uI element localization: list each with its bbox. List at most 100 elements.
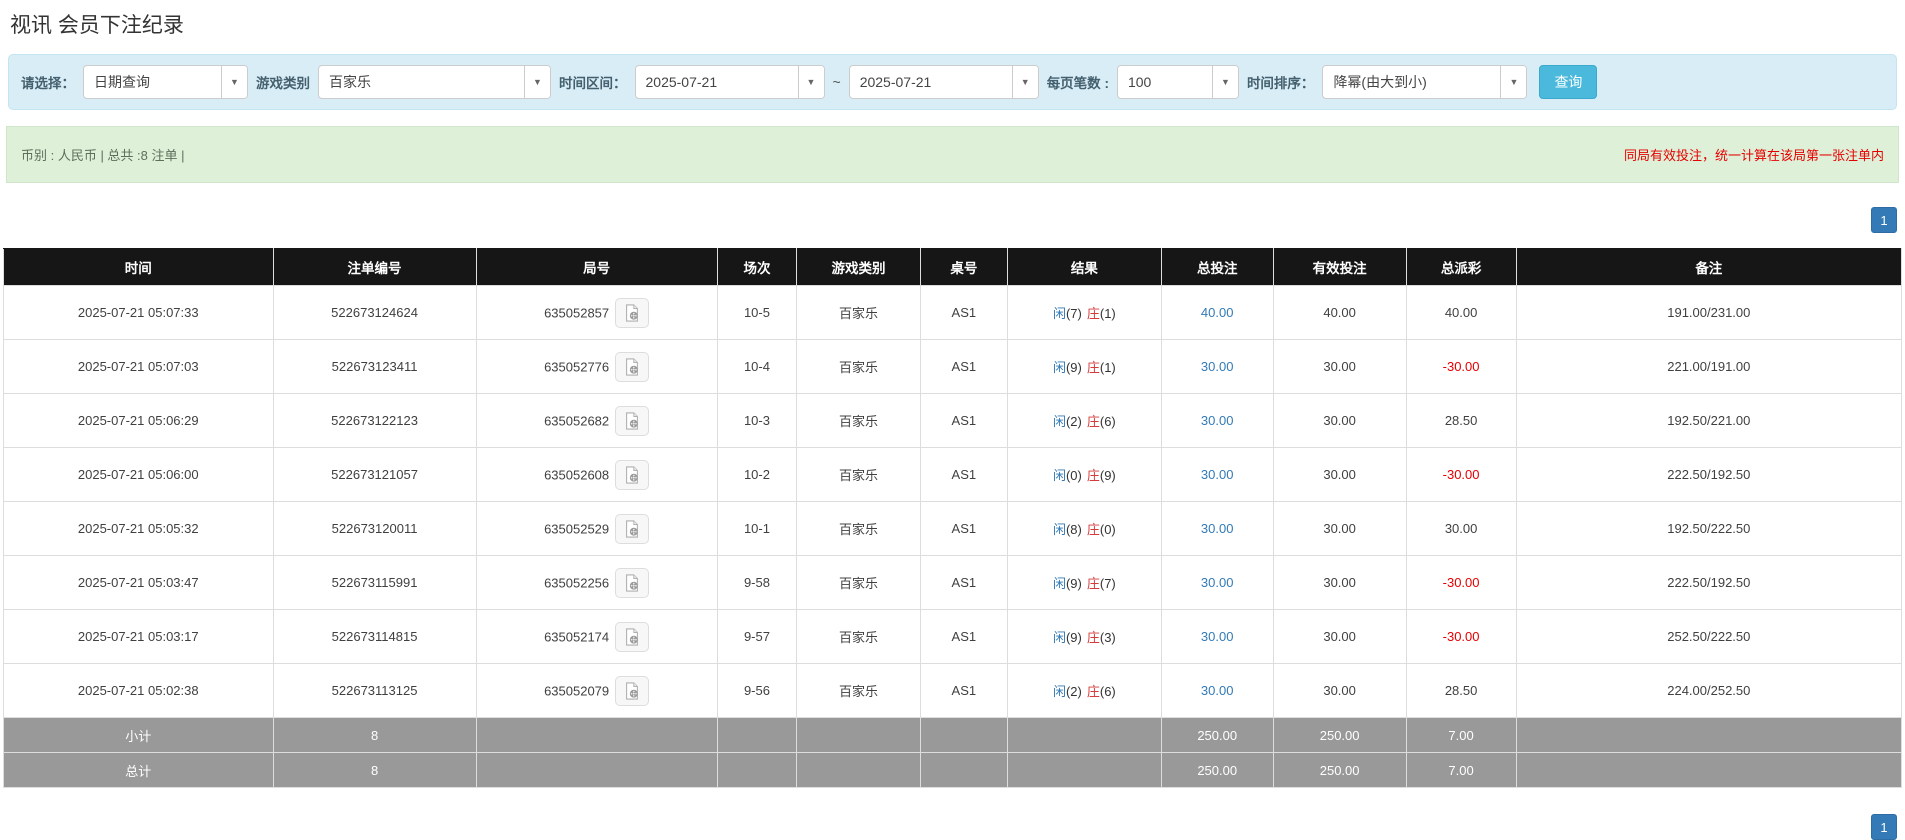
cell-total-bet[interactable]: 30.00 [1160, 393, 1274, 448]
cell-table-no: AS1 [919, 609, 1008, 664]
cell-round-no: 635052682 [475, 393, 718, 448]
cell-valid-bet: 30.00 [1272, 501, 1407, 556]
video-replay-button[interactable] [615, 675, 650, 706]
cell-valid-bet: 30.00 [1272, 663, 1407, 718]
subtotal-count: 8 [272, 717, 477, 753]
player-result: 闲 [1052, 684, 1066, 699]
cell-remark: 224.00/252.50 [1515, 663, 1903, 718]
table-row: 2025-07-21 05:06:29 522673122123 6350526… [3, 393, 1903, 448]
cell-time: 2025-07-21 05:03:17 [3, 609, 274, 664]
cell-total-bet[interactable]: 30.00 [1160, 555, 1274, 610]
cell-game: 百家乐 [796, 447, 921, 502]
table-row: 2025-07-21 05:07:33 522673124624 6350528… [3, 285, 1903, 340]
sort-order-value: 降幂(由大到小) [1333, 74, 1427, 90]
player-result: 闲 [1052, 576, 1066, 591]
chevron-down-icon[interactable]: ▼ [1011, 66, 1038, 98]
date-to-select[interactable]: 2025-07-21 ▼ [848, 65, 1039, 99]
cell-table-no: AS1 [919, 555, 1008, 610]
page-size-value: 100 [1127, 74, 1152, 90]
round-number: 635052529 [544, 521, 610, 536]
cell-time: 2025-07-21 05:02:38 [3, 663, 274, 718]
video-replay-button[interactable] [615, 405, 650, 436]
cell-table-no: AS1 [919, 447, 1008, 502]
cell-total-bet[interactable]: 30.00 [1160, 663, 1274, 718]
cell-total-bet[interactable]: 30.00 [1160, 339, 1274, 394]
header-total-bet: 总投注 [1160, 248, 1274, 286]
cell-bet-no: 522673121057 [272, 447, 477, 502]
header-valid-bet: 有效投注 [1272, 248, 1407, 286]
cell-payout: -30.00 [1405, 447, 1517, 502]
cell-valid-bet: 40.00 [1272, 285, 1407, 340]
valid-bet-note: 同局有效投注，统一计算在该局第一张注单内 [1623, 148, 1884, 163]
video-file-icon [626, 303, 639, 322]
cell-payout: -30.00 [1405, 609, 1517, 664]
round-number: 635052776 [544, 359, 610, 374]
query-type-select[interactable]: 日期查询 ▼ [83, 65, 248, 99]
video-replay-button[interactable] [615, 513, 650, 544]
cell-game: 百家乐 [796, 663, 921, 718]
banker-result: 庄 [1086, 414, 1100, 429]
cell-time: 2025-07-21 05:06:29 [3, 393, 274, 448]
cell-total-bet[interactable]: 30.00 [1160, 447, 1274, 502]
total-count: 8 [272, 752, 477, 788]
cell-session: 10-3 [716, 393, 798, 448]
total-payout: 7.00 [1405, 752, 1517, 788]
cell-session: 10-4 [716, 339, 798, 394]
table-row: 2025-07-21 05:06:00 522673121057 6350526… [3, 447, 1903, 502]
cell-session: 9-58 [716, 555, 798, 610]
currency-total-text: 币别 : 人民币 | 总共 :8 注单 | [21, 148, 185, 163]
table-row: 2025-07-21 05:02:38 522673113125 6350520… [3, 663, 1903, 718]
video-replay-button[interactable] [615, 567, 650, 598]
search-button[interactable]: 查询 [1539, 65, 1598, 99]
cell-bet-no: 522673114815 [272, 609, 477, 664]
chevron-down-icon[interactable]: ▼ [797, 66, 824, 98]
sort-order-select[interactable]: 降幂(由大到小) ▼ [1322, 65, 1528, 99]
cell-total-bet[interactable]: 40.00 [1160, 285, 1274, 340]
player-result: 闲 [1052, 522, 1066, 537]
cell-payout: 28.50 [1405, 663, 1517, 718]
video-replay-button[interactable] [615, 621, 650, 652]
page-1-button[interactable]: 1 [1871, 207, 1897, 233]
table-row: 2025-07-21 05:07:03 522673123411 6350527… [3, 339, 1903, 394]
cell-round-no: 635052857 [475, 285, 718, 340]
chevron-down-icon[interactable]: ▼ [221, 66, 247, 98]
video-replay-button[interactable] [615, 297, 650, 328]
cell-bet-no: 522673123411 [272, 339, 477, 394]
cell-table-no: AS1 [919, 393, 1008, 448]
page-size-select[interactable]: 100 ▼ [1116, 65, 1239, 99]
video-replay-button[interactable] [615, 459, 650, 490]
summary-bar: 币别 : 人民币 | 总共 :8 注单 | 同局有效投注，统一计算在该局第一张注… [6, 126, 1899, 183]
filter-bar: 请选择： 日期查询 ▼ 游戏类别 百家乐 ▼ 时间区间： 2025-07-21 … [8, 54, 1897, 110]
video-file-icon [626, 573, 639, 592]
chevron-down-icon[interactable]: ▼ [524, 66, 550, 98]
cell-valid-bet: 30.00 [1272, 339, 1407, 394]
video-replay-button[interactable] [615, 351, 650, 382]
cell-remark: 221.00/191.00 [1515, 339, 1903, 394]
total-valid-bet: 250.00 [1272, 752, 1407, 788]
video-file-icon [626, 411, 639, 430]
banker-result: 庄 [1086, 576, 1100, 591]
page-1-button[interactable]: 1 [1871, 814, 1897, 840]
cell-session: 10-2 [716, 447, 798, 502]
cell-total-bet[interactable]: 30.00 [1160, 609, 1274, 664]
player-result: 闲 [1052, 468, 1066, 483]
cell-total-bet[interactable]: 30.00 [1160, 501, 1274, 556]
chevron-down-icon[interactable]: ▼ [1500, 66, 1527, 98]
query-type-label: 请选择： [21, 76, 75, 91]
total-total-bet: 250.00 [1160, 752, 1274, 788]
total-row: 总计 8 250.00 250.00 7.00 [3, 752, 1903, 788]
header-bet-no: 注单编号 [272, 248, 477, 286]
cell-round-no: 635052529 [475, 501, 718, 556]
cell-payout: 28.50 [1405, 393, 1517, 448]
cell-bet-no: 522673124624 [272, 285, 477, 340]
banker-result: 庄 [1086, 522, 1100, 537]
date-from-select[interactable]: 2025-07-21 ▼ [634, 65, 825, 99]
chevron-down-icon[interactable]: ▼ [1211, 66, 1238, 98]
cell-game: 百家乐 [796, 393, 921, 448]
game-category-select[interactable]: 百家乐 ▼ [318, 65, 551, 99]
round-number: 635052608 [544, 467, 610, 482]
header-session: 场次 [716, 248, 798, 286]
cell-remark: 191.00/231.00 [1515, 285, 1903, 340]
cell-time: 2025-07-21 05:05:32 [3, 501, 274, 556]
cell-valid-bet: 30.00 [1272, 555, 1407, 610]
